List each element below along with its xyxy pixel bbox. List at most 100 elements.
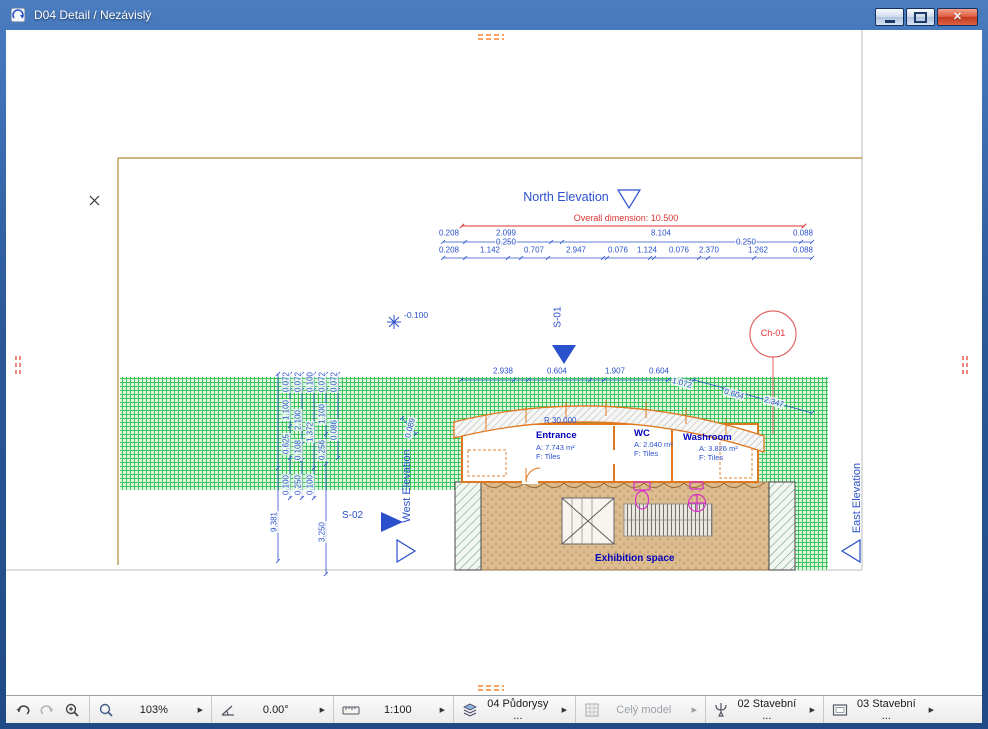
dimension-label: 0.076 xyxy=(607,246,629,255)
east-elevation-marker-icon xyxy=(842,540,860,562)
dimension-label: 0.072 xyxy=(282,371,291,393)
app-window: D04 Detail / Nezávislý ✕ xyxy=(0,0,988,729)
dimension-label: 0.108 xyxy=(294,439,303,461)
layout-icon xyxy=(832,703,848,717)
dimension-label: 2.947 xyxy=(565,246,587,255)
pen-icon xyxy=(714,702,728,718)
layout-menu-arrow[interactable]: ▶ xyxy=(925,706,934,714)
redo-button[interactable] xyxy=(38,700,56,720)
zoom-control[interactable]: 103% ▶ xyxy=(90,696,212,723)
rotation-value: 0.00° xyxy=(242,704,310,716)
rotate-icon xyxy=(220,702,236,718)
roof-radius-label: R 30.000 xyxy=(544,416,576,425)
minimize-icon xyxy=(885,20,895,23)
dimension-label: 0.086 xyxy=(330,419,339,441)
dimension-label: 2.938 xyxy=(492,367,514,376)
dimension-label: 0.604 xyxy=(546,367,568,376)
room-area-washroom: A: 3.826 m² xyxy=(699,444,738,453)
dimension-label: 0.072 xyxy=(318,371,327,393)
title-bar[interactable]: D04 Detail / Nezávislý ✕ xyxy=(0,0,988,30)
dimension-label: 0.208 xyxy=(438,229,460,238)
zoom-menu-arrow[interactable]: ▶ xyxy=(194,706,203,714)
layer-menu-arrow[interactable]: ▶ xyxy=(558,706,567,714)
dimension-label: 9.381 xyxy=(270,511,279,533)
dimension-label: 1.100 xyxy=(282,399,291,421)
dimension-label: 0.088 xyxy=(792,229,814,238)
room-area-entrance: A: 7.743 m² xyxy=(536,443,575,452)
level-dimension-label: -0.100 xyxy=(404,310,428,320)
zoom-in-button[interactable] xyxy=(63,700,81,720)
dimension-label: 1.262 xyxy=(747,246,769,255)
section-s02-marker-icon xyxy=(381,512,403,532)
drawing-canvas[interactable]: North Elevation Overall dimension: 10.50… xyxy=(6,30,982,695)
room-area-wc: A: 2.040 m² xyxy=(634,440,673,449)
room-name-washroom: Washroom xyxy=(683,432,732,443)
minimize-button[interactable] xyxy=(875,8,904,26)
dimension-label: 0.208 xyxy=(438,246,460,255)
dimension-label: 1.372 xyxy=(306,421,315,443)
east-elevation-label[interactable]: East Elevation xyxy=(851,463,863,533)
layout-book-control[interactable]: 03 Stavební ... ▶ xyxy=(824,696,942,723)
close-button[interactable]: ✕ xyxy=(937,8,978,26)
room-floor-entrance: F: Tiles xyxy=(536,452,560,461)
dimension-label: 3.250 xyxy=(318,521,327,543)
pen-set-value: 02 Stavební ... xyxy=(734,698,800,722)
dimension-label: 0.088 xyxy=(792,246,814,255)
dimension-label: 0.100 xyxy=(306,371,315,393)
dimension-label: 8.104 xyxy=(650,229,672,238)
layer-combination-control[interactable]: 04 Půdorysy ... ▶ xyxy=(454,696,576,723)
maximize-button[interactable] xyxy=(906,8,935,26)
dimension-label: 1.907 xyxy=(604,367,626,376)
window-title: D04 Detail / Nezávislý xyxy=(34,8,151,22)
rotation-menu-arrow[interactable]: ▶ xyxy=(316,706,325,714)
model-view-icon xyxy=(584,702,600,718)
north-elevation-label[interactable]: North Elevation xyxy=(506,190,626,204)
scale-menu-arrow[interactable]: ▶ xyxy=(436,706,445,714)
maximize-icon xyxy=(914,12,927,23)
window-icon xyxy=(10,6,28,24)
rotation-control[interactable]: 0.00° ▶ xyxy=(212,696,334,723)
scale-control[interactable]: 1:100 ▶ xyxy=(334,696,454,723)
model-menu-arrow: ▶ xyxy=(688,706,697,714)
dimension-label: 1.124 xyxy=(636,246,658,255)
section-s01-marker-icon xyxy=(552,345,576,364)
zoom-icon xyxy=(98,702,114,718)
dimension-label: 0.625 xyxy=(282,433,291,455)
dimension-label: 0.250 xyxy=(294,474,303,496)
pen-menu-arrow[interactable]: ▶ xyxy=(806,706,815,714)
undo-icon xyxy=(15,702,31,718)
dimension-label: 0.604 xyxy=(648,367,670,376)
layers-icon xyxy=(462,702,478,718)
model-view-value: Celý model xyxy=(606,704,682,716)
room-name-exhibition: Exhibition space xyxy=(595,553,674,564)
dimension-label: 0.100 xyxy=(306,474,315,496)
dimension-label: 0.076 xyxy=(668,246,690,255)
scale-value: 1:100 xyxy=(366,704,430,716)
section-s01-label[interactable]: S-01 xyxy=(553,306,564,327)
dimension-label: 2.099 xyxy=(495,229,517,238)
dimension-label: 1.142 xyxy=(479,246,501,255)
close-icon: ✕ xyxy=(953,12,962,23)
zoom-value: 103% xyxy=(120,704,188,716)
zoom-in-icon xyxy=(64,702,80,718)
overall-dimension-label: Overall dimension: 10.500 xyxy=(551,213,701,223)
change-marker-label[interactable]: Ch-01 xyxy=(761,328,786,338)
redo-icon xyxy=(39,702,55,718)
dimension-label: 0.072 xyxy=(294,371,303,393)
dimension-label: 0.256 xyxy=(318,439,327,461)
dimension-label: 0.072 xyxy=(330,371,339,393)
dimension-label: 0.100 xyxy=(282,474,291,496)
pen-set-control[interactable]: 02 Stavební ... ▶ xyxy=(706,696,824,723)
west-elevation-marker-icon xyxy=(397,540,415,562)
west-elevation-label[interactable]: West Elevation xyxy=(401,449,413,522)
undo-button[interactable] xyxy=(14,700,32,720)
room-name-entrance: Entrance xyxy=(536,430,577,441)
room-name-wc: WC xyxy=(634,428,650,439)
layer-combination-value: 04 Půdorysy ... xyxy=(484,698,552,722)
bottom-toolbar: 103% ▶ 0.00° ▶ 1:100 ▶ 04 Půdorysy ... ▶… xyxy=(6,695,982,723)
dimension-label: 1.100 xyxy=(318,403,327,425)
dimension-label: 2.370 xyxy=(698,246,720,255)
room-floor-washroom: F: Tiles xyxy=(699,453,723,462)
dimension-label: 2.100 xyxy=(294,409,303,431)
section-s02-label[interactable]: S-02 xyxy=(342,510,363,521)
